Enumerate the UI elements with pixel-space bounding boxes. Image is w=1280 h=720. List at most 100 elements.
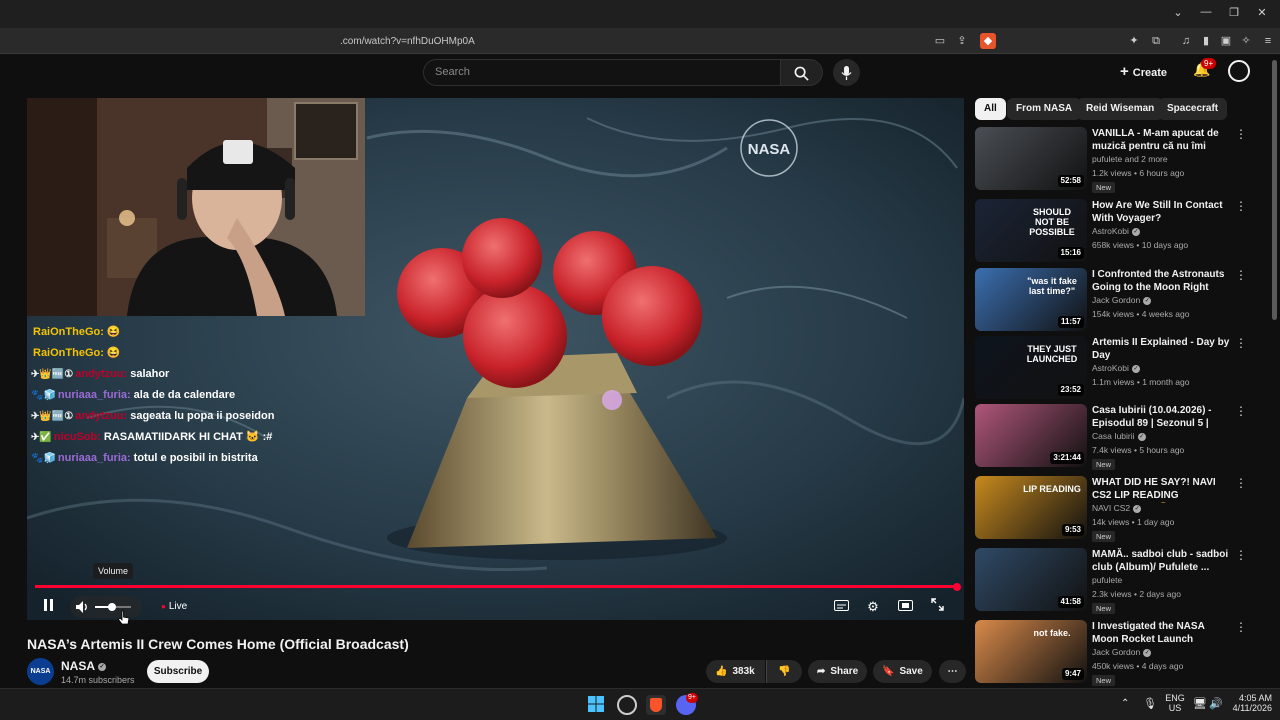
- channel-name[interactable]: Jack Gordon ✓: [1092, 295, 1152, 305]
- recommendation-item[interactable]: THEY JUST LAUNCHED 23:52 Artemis II Explai…: [975, 336, 1265, 402]
- more-vertical-icon[interactable]: ⋮: [1235, 620, 1247, 634]
- progress-scrubber[interactable]: [953, 583, 961, 591]
- more-vertical-icon[interactable]: ⋮: [1235, 476, 1247, 490]
- sidebar-icon[interactable]: ▮: [1198, 33, 1214, 49]
- video-thumbnail[interactable]: not fake. 9:47: [975, 620, 1087, 683]
- settings-button[interactable]: ⚙: [864, 598, 882, 616]
- save-button[interactable]: 🔖 Save: [873, 660, 932, 683]
- chip-all[interactable]: All: [975, 98, 1006, 120]
- language-indicator[interactable]: ENG US: [1164, 693, 1186, 713]
- pause-icon: [43, 599, 53, 611]
- recommendation-item[interactable]: SHOULD NOT BE POSSIBLE 15:16 How Are We St…: [975, 199, 1265, 265]
- progress-bar[interactable]: [35, 585, 957, 588]
- url-field[interactable]: .com/watch?v=nfhDuOHMp0A: [340, 33, 920, 51]
- video-title[interactable]: I Confronted the Astronauts Going to the…: [1092, 268, 1230, 295]
- account-avatar[interactable]: [1228, 60, 1250, 82]
- close-icon[interactable]: ✕: [1252, 6, 1272, 19]
- screenshot-icon[interactable]: ⧉: [1148, 33, 1164, 49]
- search-input[interactable]: Search: [423, 59, 781, 86]
- extensions-icon[interactable]: ✦: [1126, 33, 1142, 49]
- network-icon[interactable]: 🖥: [1193, 697, 1207, 710]
- video-thumbnail[interactable]: "was it fake last time?" 11:57: [975, 268, 1087, 331]
- recommendation-item[interactable]: 52:58 VANILLA - M-am apucat de muzică pen…: [975, 127, 1265, 193]
- brave-shield-icon[interactable]: ◆: [980, 33, 996, 49]
- streamer-webcam-image: [27, 98, 365, 316]
- video-thumbnail[interactable]: 3:21:44: [975, 404, 1087, 467]
- speaker-icon[interactable]: 🔊: [1209, 697, 1223, 710]
- chip-from-nasa[interactable]: From NASA: [1007, 98, 1082, 120]
- channel-name[interactable]: pufulete: [1092, 575, 1122, 585]
- recommendation-item[interactable]: 3:21:44 Casa Iubirii (10.04.2026) - Episo…: [975, 404, 1265, 470]
- clock[interactable]: 4:05 AM 4/11/2026: [1228, 693, 1272, 713]
- chip-spacecraft[interactable]: Spacecraft: [1158, 98, 1228, 120]
- more-vertical-icon[interactable]: ⋮: [1235, 548, 1247, 562]
- cast-icon[interactable]: ▭: [932, 33, 948, 49]
- video-title[interactable]: I Investigated the NASA Moon Rocket Laun…: [1092, 620, 1230, 646]
- share-button[interactable]: ➦ Share: [808, 660, 868, 683]
- more-actions-button[interactable]: ⋯: [939, 660, 966, 683]
- chevron-down-icon[interactable]: ⌄: [1168, 6, 1188, 19]
- like-button[interactable]: 👍 383k: [706, 660, 765, 683]
- channel-name[interactable]: AstroKobi ✓: [1092, 363, 1140, 373]
- channel-name[interactable]: NAVI CS2 ✓: [1092, 503, 1142, 513]
- obs-icon[interactable]: [617, 695, 637, 715]
- video-thumbnail[interactable]: SHOULD NOT BE POSSIBLE 15:16: [975, 199, 1087, 262]
- subscribe-button[interactable]: Subscribe: [147, 660, 209, 683]
- video-thumbnail[interactable]: 41:58: [975, 548, 1087, 611]
- video-player[interactable]: NASA RaiOnTheGo: 😆 RaiOnTheGo: 😆 ✈👑🆓① andyt…: [27, 98, 964, 620]
- minimize-icon[interactable]: —: [1196, 6, 1216, 18]
- live-button[interactable]: ● Live: [155, 597, 193, 616]
- windows-start-icon[interactable]: [587, 695, 607, 715]
- brave-browser-icon[interactable]: [646, 695, 666, 715]
- video-title[interactable]: WHAT DID HE SAY?! NAVI CS2 LIP READING C…: [1092, 476, 1230, 503]
- chip-reid-wiseman[interactable]: Reid Wiseman: [1077, 98, 1164, 120]
- wallet-icon[interactable]: ▣: [1218, 33, 1234, 49]
- tray-overflow-chevron-icon[interactable]: ⌃: [1121, 698, 1129, 709]
- volume-control[interactable]: [70, 596, 142, 618]
- video-title[interactable]: Artemis II Explained - Day by Day: [1092, 336, 1230, 362]
- channel-name-text: NAVI CS2: [1092, 503, 1131, 513]
- video-title[interactable]: How Are We Still In Contact With Voyager…: [1092, 199, 1230, 225]
- pause-button[interactable]: [40, 598, 56, 616]
- recommendation-item[interactable]: 41:58 MAMĂ.. sadboi club - sadboi club (A…: [975, 548, 1265, 614]
- recommendation-item[interactable]: not fake. 9:47 I Investigated the NASA Moo…: [975, 620, 1265, 686]
- subtitles-button[interactable]: [832, 598, 850, 616]
- share-icon[interactable]: ⇪: [954, 33, 970, 49]
- leo-ai-icon[interactable]: ✧: [1238, 33, 1254, 49]
- create-button[interactable]: + Create: [1120, 60, 1167, 84]
- video-thumbnail[interactable]: THEY JUST LAUNCHED 23:52: [975, 336, 1087, 399]
- recommendation-item[interactable]: "was it fake last time?" 11:57 I Confronte…: [975, 268, 1265, 334]
- video-title[interactable]: VANILLA - M-am apucat de muzică pentru c…: [1092, 127, 1230, 154]
- tray-microphone-icon[interactable]: 🎙: [1143, 697, 1157, 710]
- video-title[interactable]: Casa Iubirii (10.04.2026) - Episodul 89 …: [1092, 404, 1230, 431]
- channel-name[interactable]: pufulete and 2 more: [1092, 154, 1168, 164]
- scrollbar[interactable]: [1272, 60, 1277, 320]
- channel-name[interactable]: Casa Iubirii ✓: [1092, 431, 1146, 441]
- fullscreen-button[interactable]: [928, 598, 946, 616]
- dislike-button[interactable]: 👎: [766, 660, 802, 683]
- video-thumbnail[interactable]: 52:58: [975, 127, 1087, 190]
- more-vertical-icon[interactable]: ⋮: [1235, 336, 1247, 350]
- channel-name[interactable]: AstroKobi ✓: [1092, 226, 1140, 236]
- recommendation-item[interactable]: LIP READING 9:53 WHAT DID HE SAY?! NAVI CS…: [975, 476, 1265, 542]
- clock-time: 4:05 AM: [1238, 693, 1272, 703]
- more-vertical-icon[interactable]: ⋮: [1235, 127, 1247, 141]
- media-icon[interactable]: ♫: [1178, 33, 1194, 49]
- channel-avatar[interactable]: NASA: [27, 658, 54, 685]
- fullscreen-icon: [930, 598, 944, 611]
- channel-name[interactable]: Jack Gordon ✓: [1092, 647, 1152, 657]
- channel-name[interactable]: NASA ✓: [61, 659, 107, 673]
- video-duration: 11:57: [1057, 316, 1084, 328]
- menu-icon[interactable]: ≡: [1260, 33, 1276, 49]
- volume-slider-knob[interactable]: [108, 603, 116, 611]
- video-duration: 41:58: [1057, 596, 1084, 608]
- restore-icon[interactable]: ❐: [1224, 6, 1244, 19]
- miniplayer-button[interactable]: [896, 598, 914, 616]
- more-vertical-icon[interactable]: ⋮: [1235, 268, 1247, 282]
- video-thumbnail[interactable]: LIP READING 9:53: [975, 476, 1087, 539]
- more-vertical-icon[interactable]: ⋮: [1235, 404, 1247, 418]
- search-button[interactable]: [781, 59, 823, 86]
- video-title[interactable]: MAMĂ.. sadboi club - sadboi club (Album)…: [1092, 548, 1230, 574]
- more-vertical-icon[interactable]: ⋮: [1235, 199, 1247, 213]
- voice-search-button[interactable]: [833, 59, 860, 86]
